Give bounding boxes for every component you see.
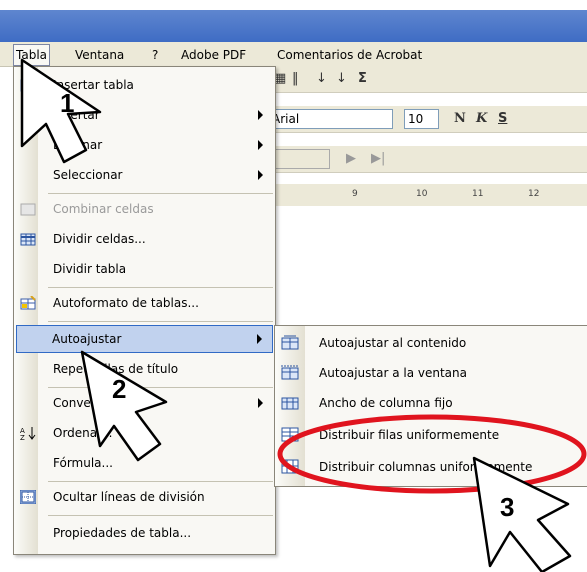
callout-arrow-1: 1 (20, 58, 102, 164)
callout-number-1: 1 (60, 88, 74, 118)
callout-number-3: 3 (500, 492, 514, 522)
callout-number-2: 2 (112, 374, 126, 404)
highlight-ellipse (277, 414, 587, 494)
callout-arrow-2: 2 (80, 350, 168, 462)
annotation-overlay: 1 2 3 (20, 58, 587, 572)
